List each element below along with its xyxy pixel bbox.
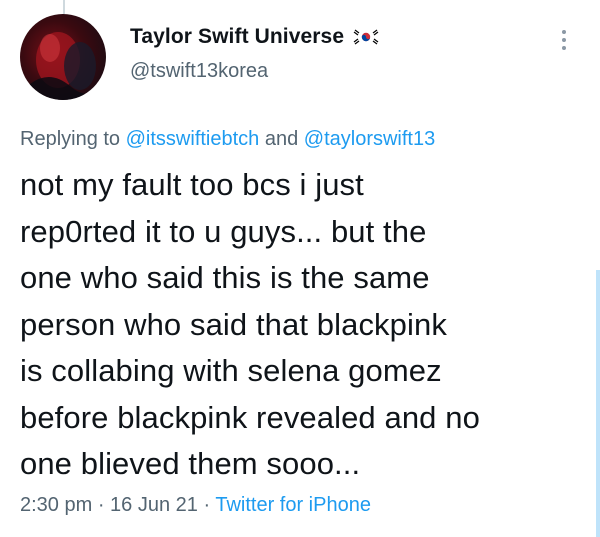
replying-joiner: and xyxy=(259,128,304,150)
tweet-header: Taylor Swift Universe @tswift13korea xyxy=(130,22,381,83)
mention-link-taylorswift13[interactable]: @taylorswift13 xyxy=(304,128,435,150)
meta-separator: · xyxy=(197,494,216,516)
more-dot-icon xyxy=(562,30,566,34)
display-name[interactable]: Taylor Swift Universe xyxy=(130,25,344,49)
tweet-metadata: 2:30 pm · 16 Jun 21 · Twitter for iPhone xyxy=(20,494,371,517)
thread-connector-line xyxy=(63,0,65,14)
user-handle[interactable]: @tswift13korea xyxy=(130,60,380,83)
avatar[interactable] xyxy=(20,14,106,100)
mention-link-itsswiftiebtch[interactable]: @itsswiftiebtch xyxy=(126,128,260,150)
more-dot-icon xyxy=(562,46,566,50)
meta-separator: · xyxy=(92,494,111,516)
avatar-image xyxy=(20,32,106,100)
tweet-time[interactable]: 2:30 pm xyxy=(20,494,92,516)
replying-to-line: Replying to @itsswiftiebtch and @taylors… xyxy=(20,128,435,151)
more-dot-icon xyxy=(562,38,566,42)
scrollbar[interactable] xyxy=(596,270,600,537)
tweet-text: not my fault too bcs i just rep0rted it … xyxy=(20,167,480,481)
tweet-source-link[interactable]: Twitter for iPhone xyxy=(215,494,371,516)
replying-to-label: Replying to xyxy=(20,128,126,150)
south-korea-flag-icon xyxy=(352,27,381,47)
more-options-button[interactable] xyxy=(558,30,570,54)
tweet-date[interactable]: 16 Jun 21 xyxy=(110,494,198,516)
display-name-row: Taylor Swift Universe xyxy=(130,22,381,52)
